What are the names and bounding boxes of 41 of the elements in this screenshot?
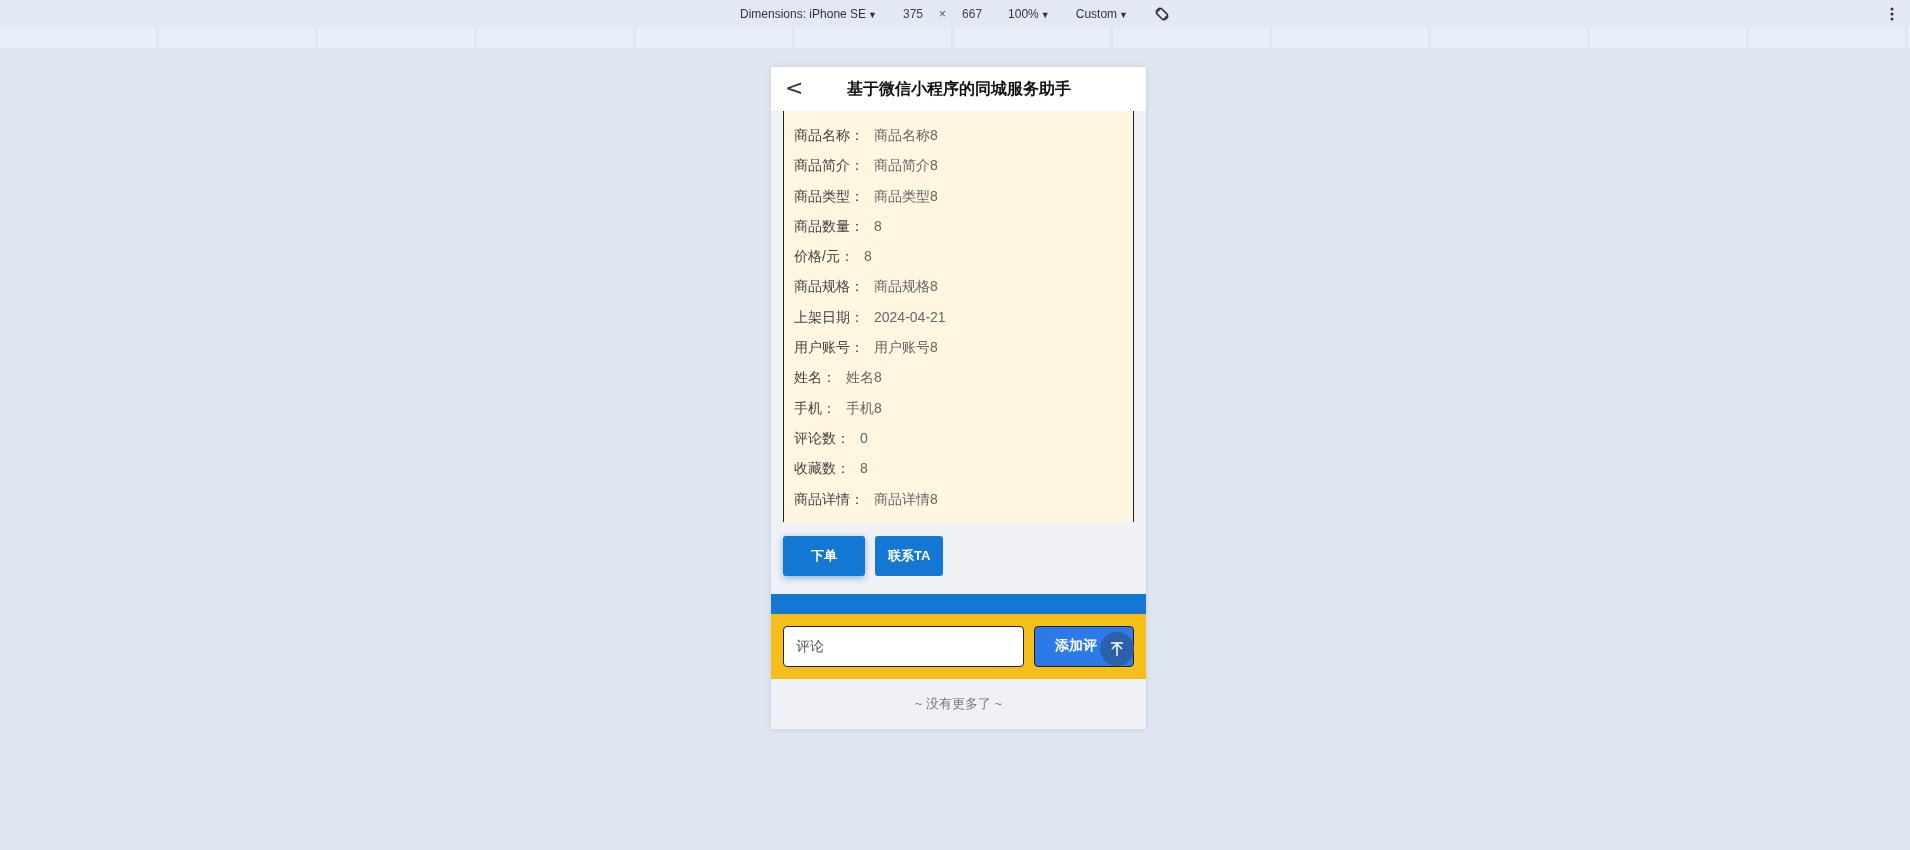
field-value: 8	[874, 216, 882, 235]
field-label: 商品详情：	[794, 489, 864, 508]
field-value: 商品详情8	[874, 489, 938, 508]
action-button[interactable]: 下单	[783, 535, 865, 576]
more-icon[interactable]	[1890, 7, 1894, 21]
field-label: 价格/元：	[794, 247, 854, 266]
times-sign: ×	[939, 7, 947, 21]
arrow-up-icon	[1109, 640, 1125, 657]
field-label: 上架日期：	[794, 307, 864, 326]
field-label: 收藏数：	[794, 459, 850, 478]
field-value: 8	[860, 459, 868, 478]
throttle-select[interactable]: Custom ▼	[1075, 7, 1128, 21]
field-value: 商品规格8	[874, 277, 938, 296]
comment-field[interactable]: 评论	[783, 625, 1024, 667]
field-label: 手机：	[794, 398, 836, 417]
field-label: 商品类型：	[794, 186, 864, 205]
field-label: 商品名称：	[794, 126, 864, 144]
field-value: 商品类型8	[874, 186, 938, 205]
field-label: 商品简介：	[794, 156, 864, 175]
field-label: 商品规格：	[794, 277, 864, 296]
width-field[interactable]: 375	[903, 7, 924, 21]
page-title: 基于微信小程序的同城服务助手	[846, 78, 1071, 99]
field-value: 8	[863, 247, 872, 266]
field-value: 2024-04-21	[874, 307, 946, 326]
rotate-icon[interactable]	[1154, 6, 1170, 22]
field-label: 评论数：	[794, 428, 850, 447]
field-value: 商品简介8	[874, 156, 938, 175]
zoom-select[interactable]: 100% ▼	[1008, 7, 1050, 21]
device-select[interactable]: Dimensions: iPhone SE ▼	[740, 7, 877, 21]
field-value: 用户账号8	[874, 338, 938, 357]
end-of-list-text: ~ 没有更多了 ~	[914, 694, 1003, 713]
field-value: 0	[860, 428, 868, 447]
field-value: 姓名8	[846, 368, 882, 387]
field-label: 姓名：	[794, 368, 836, 387]
height-field[interactable]: 667	[962, 7, 983, 21]
field-label: 商品数量：	[794, 216, 864, 235]
field-label: 用户账号：	[794, 338, 864, 357]
field-value: 商品名称8	[874, 126, 938, 144]
action-button[interactable]: 联系TA	[875, 535, 944, 576]
field-value: 手机8	[846, 398, 882, 417]
back-button[interactable]: <	[781, 75, 808, 101]
